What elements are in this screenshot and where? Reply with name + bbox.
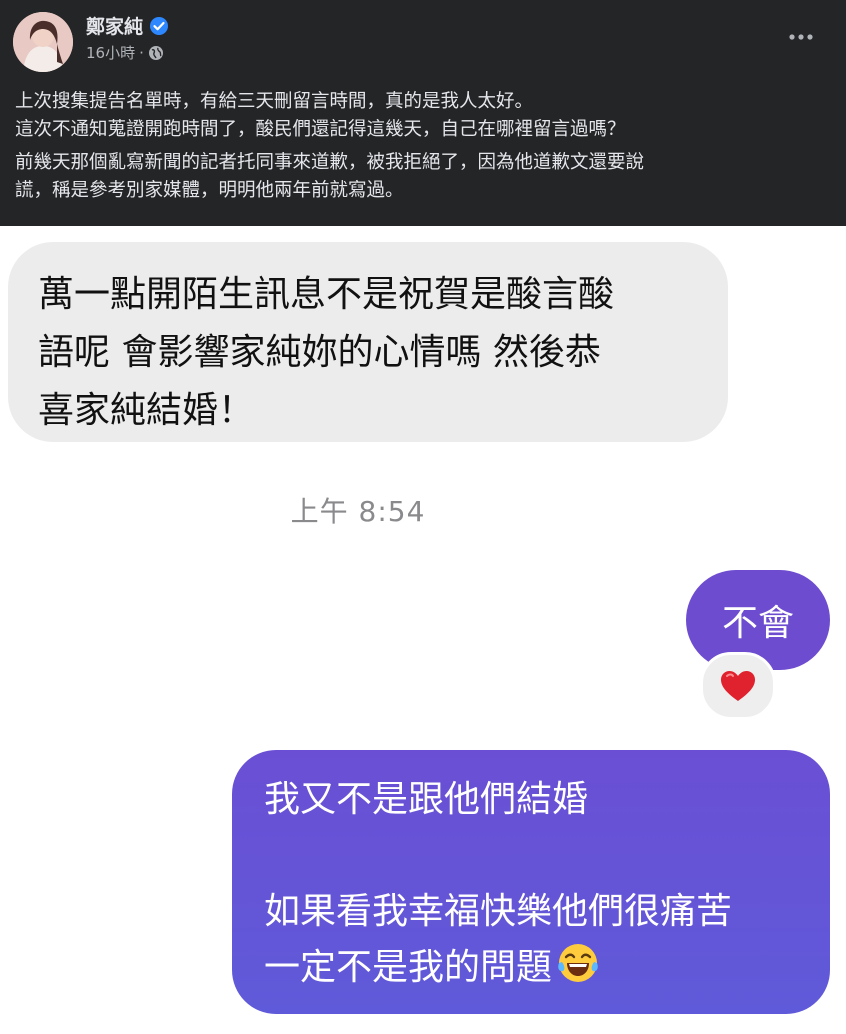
post-paragraph: 前幾天那個亂寫新聞的記者托同事來道歉，被我拒絕了，因為他道歉文還要說 謊，稱是參… [15, 152, 645, 201]
author-row: 鄭家純 [86, 12, 169, 39]
message-line: 一定不是我的問題 [264, 947, 553, 988]
laughing-tears-emoji-icon [556, 941, 600, 985]
message-timestamp: 上午 8:54 [290, 495, 426, 528]
post-text: 上次搜集提告名單時，有給三天刪留言時間，真的是我人太好。 這次不通知蒐證開跑時間… [15, 88, 831, 210]
message-text: 不會 [721, 603, 794, 644]
post-time[interactable]: 16小時 [86, 42, 135, 63]
message-line: 我又不是跟他們結婚 [264, 779, 589, 820]
incoming-message-bubble[interactable]: 萬一點開陌生訊息不是祝賀是酸言酸 語呢 會影響家純妳的心情嗎 然後恭 喜家純結婚… [8, 242, 728, 442]
message-line: 如果看我幸福快樂他們很痛苦 [264, 891, 733, 932]
author-name[interactable]: 鄭家純 [86, 12, 143, 39]
more-options-button[interactable] [786, 22, 816, 52]
verified-badge-icon [149, 16, 169, 36]
avatar-portrait [13, 12, 73, 72]
heart-reaction-icon [721, 671, 755, 701]
heart-reaction[interactable] [700, 652, 776, 720]
meta-separator: · [139, 43, 144, 62]
outgoing-message-bubble[interactable]: 我又不是跟他們結婚 如果看我幸福快樂他們很痛苦 一定不是我的問題 [232, 750, 830, 1014]
message-line-with-emoji: 一定不是我的問題 [264, 940, 800, 996]
more-options-icon [789, 34, 813, 40]
post-paragraph: 上次搜集提告名單時，有給三天刪留言時間，真的是我人太好。 這次不通知蒐證開跑時間… [15, 91, 626, 140]
facebook-post: 鄭家純 16小時 · 上次搜集提告名單時，有給三天刪留言時間，真的是我人太好。 … [0, 0, 846, 226]
globe-icon [148, 45, 164, 61]
post-meta: 16小時 · [86, 42, 164, 63]
avatar[interactable] [13, 12, 73, 72]
